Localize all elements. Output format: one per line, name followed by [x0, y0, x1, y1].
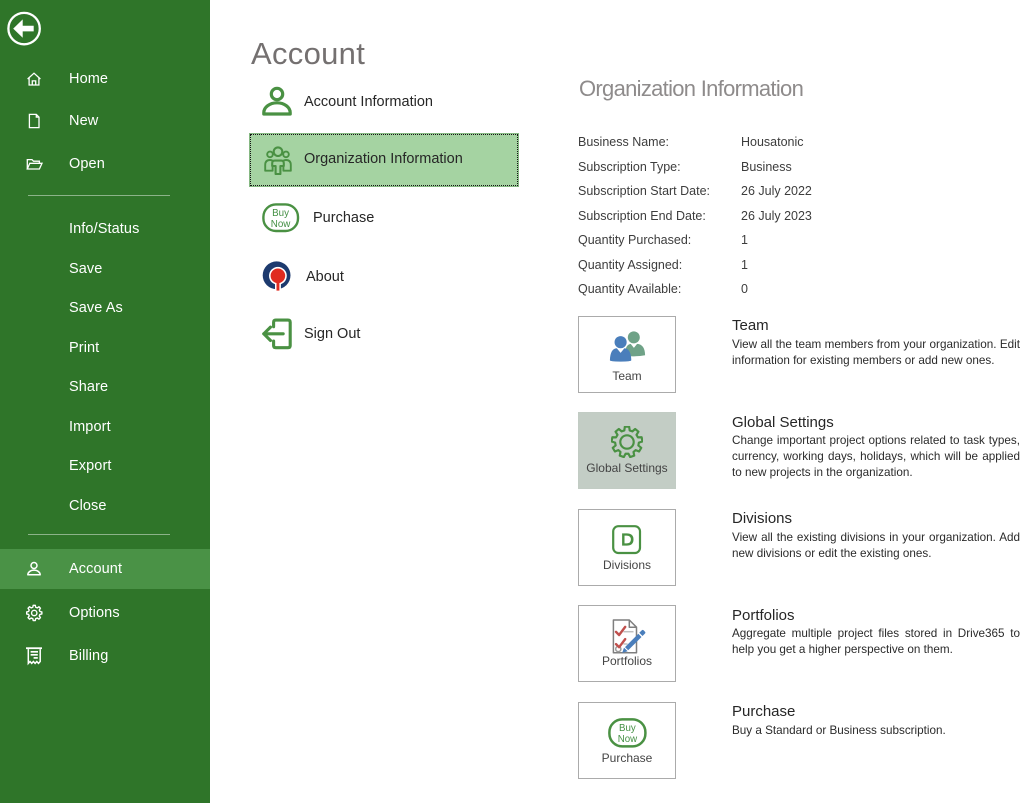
- svg-text:Buy: Buy: [619, 723, 636, 734]
- svg-text:Now: Now: [271, 219, 292, 230]
- svg-text:Buy: Buy: [272, 208, 289, 219]
- svg-text:Now: Now: [618, 734, 638, 745]
